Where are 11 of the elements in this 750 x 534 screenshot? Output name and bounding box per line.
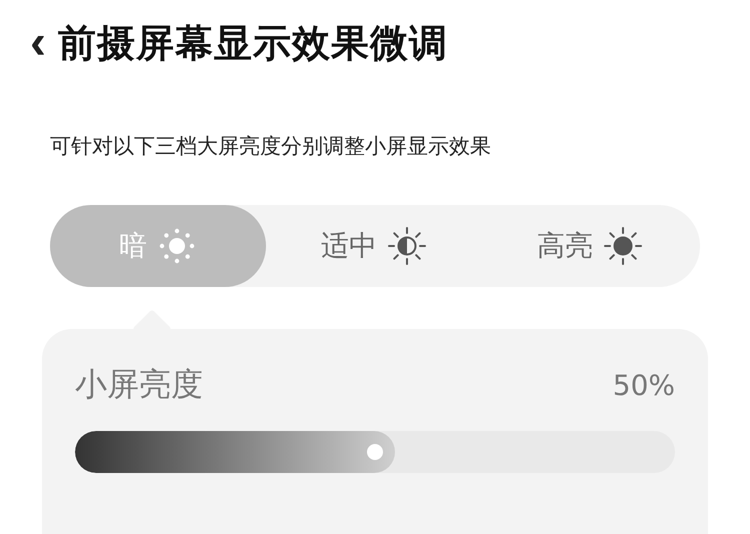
brightness-reading: 50% [612, 368, 675, 402]
brightness-tab[interactable]: 高亮 [482, 205, 698, 287]
setting-label: 小屏亮度 [75, 364, 203, 405]
back-button[interactable]: ‹ [30, 14, 46, 72]
brightness-slider[interactable] [75, 431, 675, 473]
description-text: 可针对以下三档大屏亮度分别调整小屏显示效果 [50, 133, 492, 160]
page-title: 前摄屏幕显示效果微调 [58, 20, 448, 66]
half-sun-icon [387, 226, 427, 266]
dotted-sun-icon [157, 226, 197, 266]
brightness-tab[interactable]: 适中 [266, 205, 482, 287]
sun-icon [603, 226, 643, 266]
